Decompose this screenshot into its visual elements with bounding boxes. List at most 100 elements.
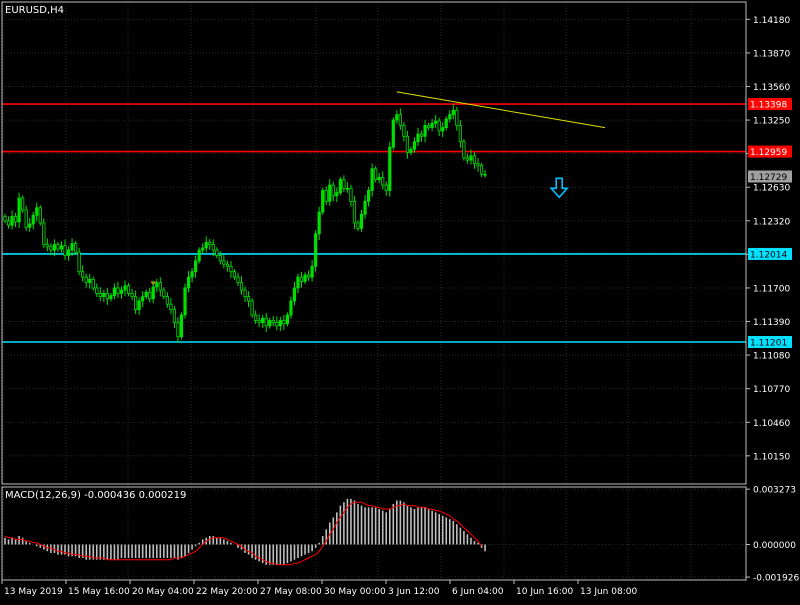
candle-body[interactable] — [430, 122, 434, 129]
candle-body[interactable] — [356, 222, 360, 229]
candle-body[interactable] — [374, 168, 378, 181]
candle-body[interactable] — [35, 207, 39, 216]
candle-body[interactable] — [59, 245, 64, 250]
candle-body[interactable] — [116, 287, 120, 294]
candle-body[interactable] — [483, 173, 487, 176]
candle-body[interactable] — [17, 197, 21, 223]
candle-body[interactable] — [6, 220, 11, 226]
candle-body[interactable] — [359, 213, 364, 229]
candle-body[interactable] — [328, 184, 332, 202]
candle-body[interactable] — [391, 119, 395, 148]
candle-body[interactable] — [264, 317, 268, 327]
candle-body[interactable] — [38, 207, 42, 224]
candle-body[interactable] — [303, 274, 307, 282]
candle-body[interactable] — [208, 242, 212, 246]
candle-body[interactable] — [21, 197, 25, 211]
candle-body[interactable] — [148, 291, 152, 300]
candle-body[interactable] — [45, 244, 49, 248]
candle-body[interactable] — [271, 320, 275, 324]
candle-body[interactable] — [158, 282, 162, 291]
candle-body[interactable] — [243, 289, 247, 298]
candle-body[interactable] — [268, 320, 272, 327]
candle-body[interactable] — [218, 255, 222, 262]
candle-body[interactable] — [246, 296, 251, 302]
candle-body[interactable] — [282, 320, 286, 325]
candle-body[interactable] — [141, 296, 145, 302]
candle-body[interactable] — [130, 292, 134, 298]
candle-body[interactable] — [123, 285, 127, 291]
candle-body[interactable] — [56, 244, 60, 250]
candle-body[interactable] — [232, 271, 237, 278]
candle-body[interactable] — [254, 314, 258, 321]
candle-body[interactable] — [289, 300, 293, 316]
candle-body[interactable] — [398, 114, 402, 126]
chart-canvas[interactable]: 1.141801.138701.135601.132501.129401.126… — [0, 0, 800, 600]
candle-body[interactable] — [204, 242, 208, 249]
candle-body[interactable] — [455, 109, 459, 126]
candle-body[interactable] — [465, 157, 470, 161]
candle-body[interactable] — [437, 120, 441, 132]
candle-body[interactable] — [472, 155, 477, 164]
candle-body[interactable] — [165, 296, 169, 305]
candle-body[interactable] — [324, 190, 328, 202]
candle-body[interactable] — [186, 276, 191, 289]
candle-body[interactable] — [10, 216, 14, 226]
candle-body[interactable] — [102, 292, 106, 298]
candle-body[interactable] — [84, 276, 88, 283]
candle-body[interactable] — [388, 146, 392, 191]
candle-body[interactable] — [479, 165, 484, 175]
candle-body[interactable] — [81, 271, 85, 278]
candle-body[interactable] — [405, 135, 410, 153]
candle-body[interactable] — [24, 209, 28, 228]
candle-body[interactable] — [377, 177, 381, 181]
candle-body[interactable] — [95, 287, 99, 294]
candle-body[interactable] — [66, 249, 71, 256]
candle-body[interactable] — [416, 133, 420, 143]
candle-body[interactable] — [151, 286, 155, 300]
candle-body[interactable] — [462, 141, 466, 159]
candle-body[interactable] — [423, 125, 427, 137]
candle-body[interactable] — [172, 309, 177, 324]
candle-body[interactable] — [381, 177, 385, 186]
candle-body[interactable] — [197, 249, 201, 262]
candle-body[interactable] — [434, 120, 438, 124]
candle-body[interactable] — [296, 276, 300, 289]
candle-body[interactable] — [384, 184, 388, 191]
candle-body[interactable] — [42, 222, 46, 246]
candle-body[interactable] — [3, 216, 7, 222]
candle-body[interactable] — [215, 249, 219, 256]
candle-body[interactable] — [321, 190, 325, 213]
candle-body[interactable] — [257, 320, 261, 324]
candle-body[interactable] — [63, 245, 67, 256]
candle-body[interactable] — [169, 303, 173, 311]
candle-body[interactable] — [345, 187, 350, 190]
candle-body[interactable] — [194, 260, 198, 273]
candle-body[interactable] — [476, 162, 480, 166]
candle-body[interactable] — [261, 317, 265, 324]
candle-body[interactable] — [144, 291, 148, 298]
candle-body[interactable] — [109, 295, 113, 300]
candle-body[interactable] — [448, 114, 452, 120]
candle-body[interactable] — [285, 314, 290, 325]
candle-body[interactable] — [444, 118, 448, 129]
candle-body[interactable] — [91, 278, 95, 289]
candle-body[interactable] — [229, 265, 233, 273]
candle-body[interactable] — [155, 282, 159, 288]
candle-body[interactable] — [105, 292, 109, 300]
candle-body[interactable] — [176, 322, 180, 338]
candle-body[interactable] — [306, 274, 311, 278]
candle-body[interactable] — [317, 211, 321, 235]
candle-body[interactable] — [74, 243, 78, 253]
candle-body[interactable] — [370, 168, 374, 191]
candle-body[interactable] — [275, 322, 279, 327]
candle-body[interactable] — [402, 125, 406, 137]
candle-body[interactable] — [236, 276, 240, 283]
candle-body[interactable] — [363, 200, 367, 215]
candle-body[interactable] — [134, 296, 138, 311]
candle-body[interactable] — [349, 187, 353, 202]
candle-body[interactable] — [225, 263, 229, 267]
candle-body[interactable] — [299, 276, 304, 282]
candle-body[interactable] — [28, 223, 32, 228]
candle-body[interactable] — [342, 179, 346, 189]
candle-body[interactable] — [310, 265, 314, 278]
